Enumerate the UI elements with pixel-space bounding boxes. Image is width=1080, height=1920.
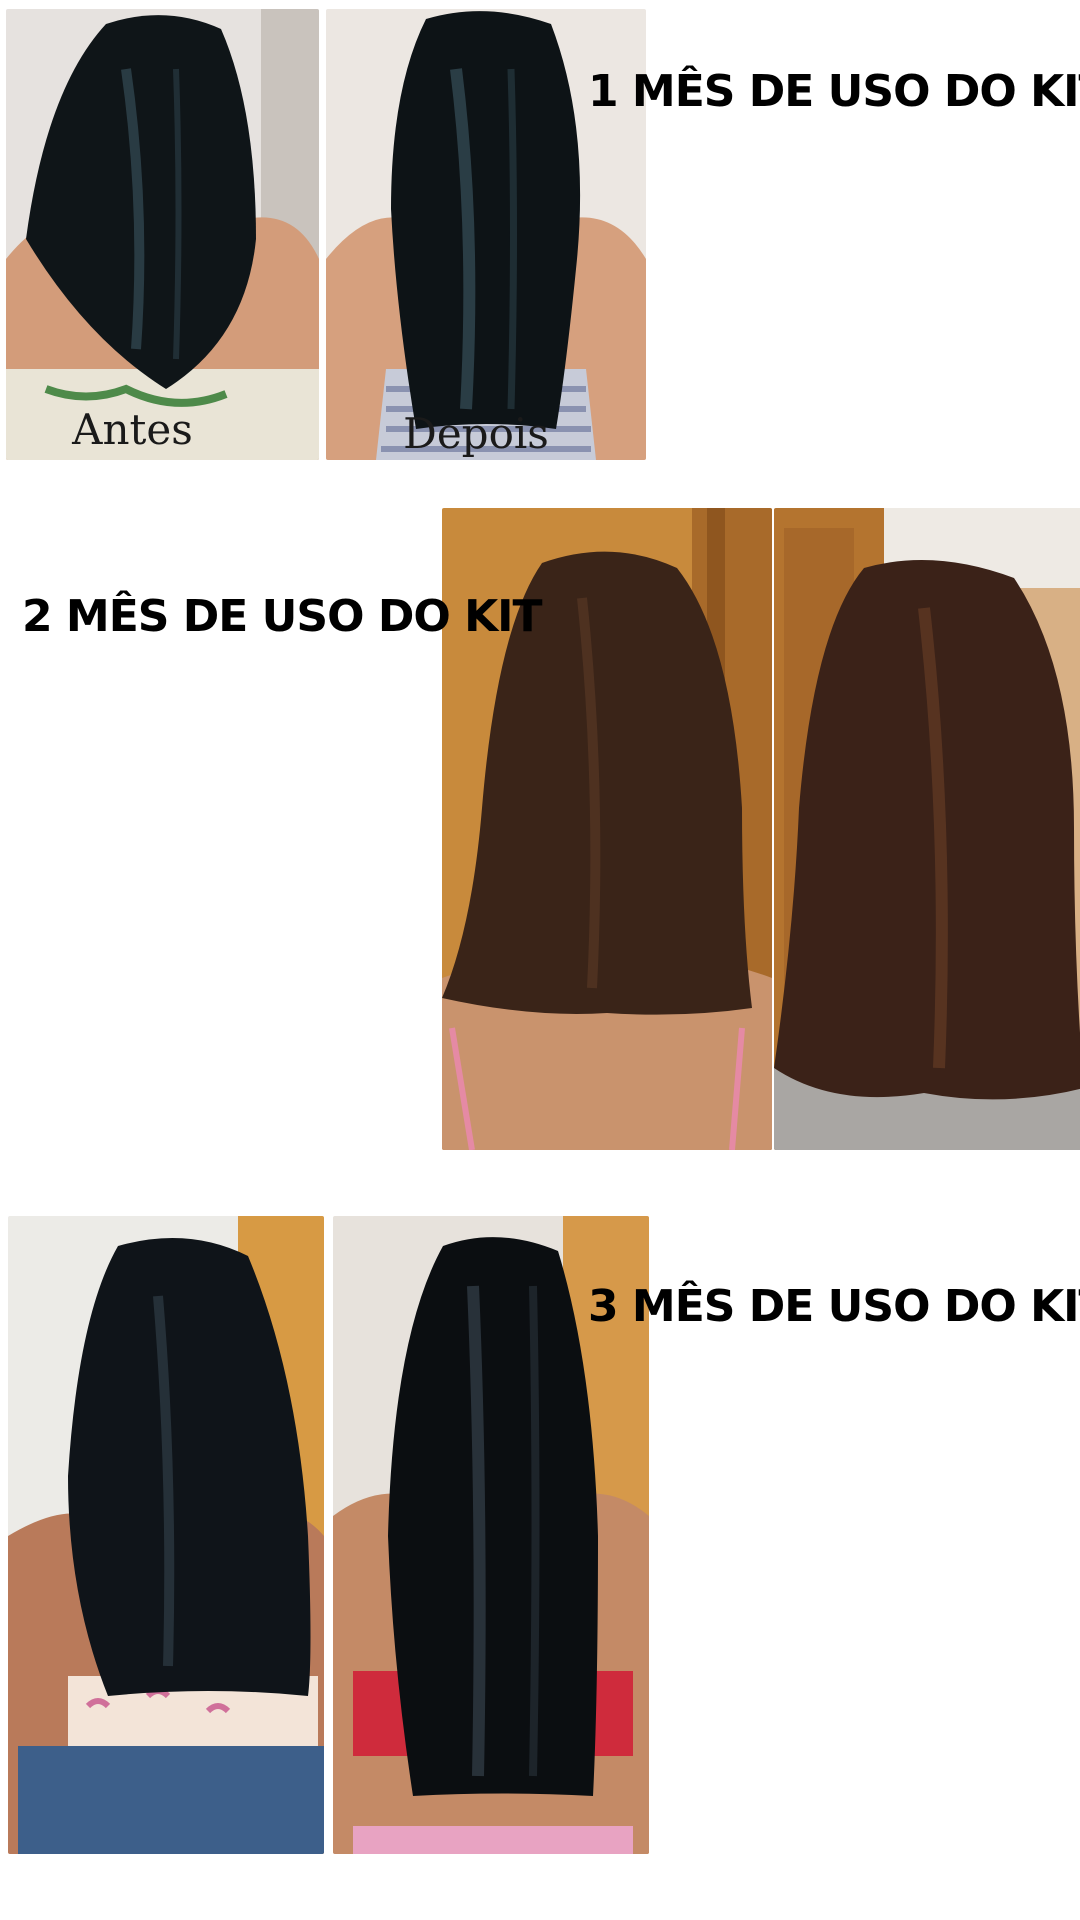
hair-photo-graphic xyxy=(774,508,1080,1150)
hair-photo-graphic xyxy=(8,1216,324,1854)
photo-caption-before: Antes xyxy=(72,405,193,454)
hair-photo-graphic xyxy=(6,9,319,460)
photo-after-month-2 xyxy=(774,508,1080,1150)
section-heading-month-3: 3 MÊS DE USO DO KIT xyxy=(588,1281,1080,1332)
photo-before-month-1: Antes xyxy=(6,9,319,460)
photo-caption-after: Depois xyxy=(403,409,549,458)
photo-before-month-3 xyxy=(8,1216,324,1854)
section-heading-month-1: 1 MÊS DE USO DO KIT xyxy=(588,66,1080,117)
section-heading-month-2: 2 MÊS DE USO DO KIT xyxy=(22,591,543,642)
